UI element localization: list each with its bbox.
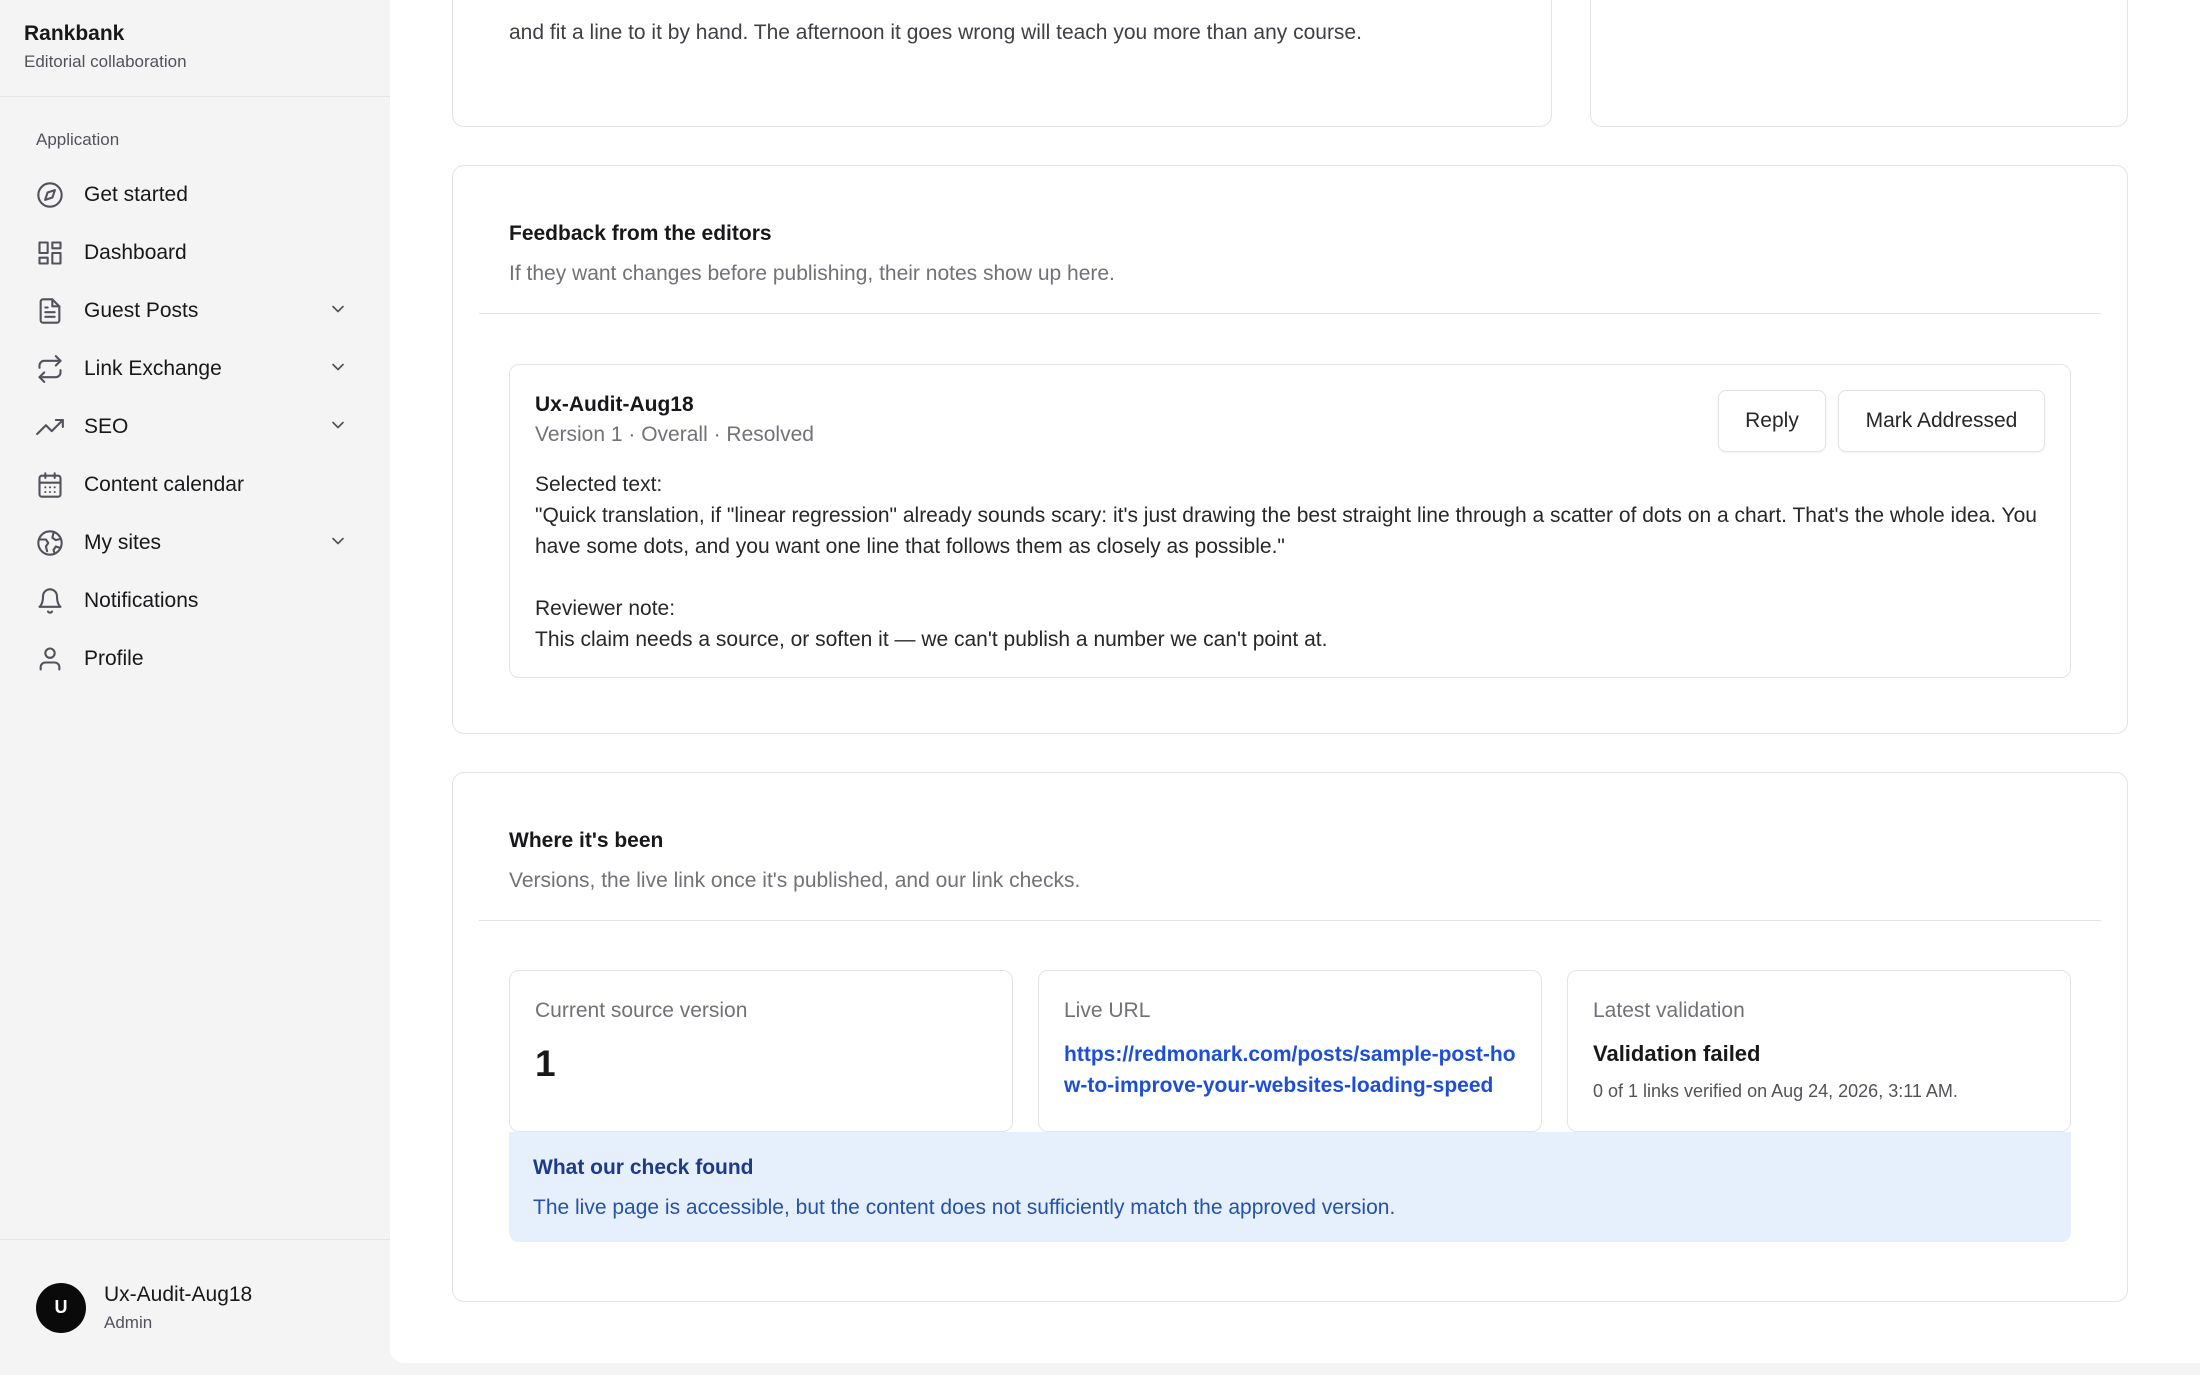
reviewer-note-label: Reviewer note: — [535, 597, 676, 620]
sidebar-item-label: Notifications — [84, 589, 199, 612]
side-card — [1590, 0, 2128, 127]
sidebar-item-label: Link Exchange — [84, 357, 222, 380]
trending-up-icon — [36, 413, 64, 441]
comment-meta: Version 1 · Overall · Resolved — [535, 423, 814, 446]
sidebar-item-label: Content calendar — [84, 473, 244, 496]
user-role: Admin — [104, 1312, 153, 1332]
repeat-icon — [36, 355, 64, 383]
sidebar-item-guest-posts[interactable]: Guest Posts — [24, 282, 360, 340]
selected-text: "Quick translation, if "linear regressio… — [535, 504, 2037, 558]
stat-label: Current source version — [535, 999, 748, 1022]
reply-button[interactable]: Reply — [1718, 390, 1826, 452]
sidebar-item-dashboard[interactable]: Dashboard — [24, 224, 360, 282]
sidebar-item-label: Guest Posts — [84, 299, 199, 322]
validation-detail: 0 of 1 links verified on Aug 24, 2026, 3… — [1593, 1081, 1958, 1101]
sidebar-item-label: My sites — [84, 531, 162, 554]
history-title: Where it's been — [509, 829, 664, 852]
validation-stat: Latest validation Validation failed 0 of… — [1567, 970, 2071, 1132]
bell-icon — [36, 587, 64, 615]
feedback-subtitle: If they want changes before publishing, … — [509, 262, 1115, 285]
sidebar-item-profile[interactable]: Profile — [24, 630, 360, 688]
user-info: Ux-Audit-Aug18 Admin — [104, 1283, 252, 1333]
sidebar-item-label: Profile — [84, 647, 144, 670]
feedback-comment: Ux-Audit-Aug18 Version 1 · Overall · Res… — [509, 364, 2071, 678]
brand: Rankbank Editorial collaboration — [0, 0, 390, 97]
history-subtitle: Versions, the live link once it's publis… — [509, 869, 1081, 892]
calendar-icon — [36, 471, 64, 499]
sidebar-item-link-exchange[interactable]: Link Exchange — [24, 340, 360, 398]
sidebar-item-my-sites[interactable]: My sites — [24, 514, 360, 572]
live-url-stat: Live URL https://redmonark.com/posts/sam… — [1038, 970, 1542, 1132]
sidebar: Rankbank Editorial collaboration Applica… — [0, 0, 390, 1375]
brand-name: Rankbank — [24, 22, 125, 45]
avatar: U — [36, 1282, 86, 1333]
divider — [479, 920, 2101, 921]
feedback-title: Feedback from the editors — [509, 222, 772, 245]
brand-subtitle: Editorial collaboration — [24, 52, 187, 71]
alert-text: The live page is accessible, but the con… — [533, 1196, 1396, 1219]
nav-section-label: Application — [36, 130, 120, 149]
history-card: Where it's been Versions, the live link … — [452, 772, 2128, 1302]
selected-text-label: Selected text: — [535, 473, 663, 496]
validation-status: Validation failed — [1593, 1041, 1761, 1066]
sidebar-item-notifications[interactable]: Notifications — [24, 572, 360, 630]
comment-author: Ux-Audit-Aug18 — [535, 393, 694, 416]
sidebar-item-label: SEO — [84, 415, 129, 438]
alert-title: What our check found — [533, 1156, 754, 1179]
user-name: Ux-Audit-Aug18 — [104, 1282, 253, 1306]
document-icon — [36, 297, 64, 325]
article-text: and fit a line to it by hand. The aftern… — [509, 21, 1362, 44]
chevron-down-icon[interactable] — [328, 299, 348, 324]
chevron-down-icon[interactable] — [328, 531, 348, 556]
sidebar-item-content-calendar[interactable]: Content calendar — [24, 456, 360, 514]
grid-icon — [36, 239, 64, 267]
chevron-down-icon[interactable] — [328, 357, 348, 382]
comment-body: Selected text: "Quick translation, if "l… — [535, 469, 2045, 655]
live-url-link[interactable]: https://redmonark.com/posts/sample-post-… — [1064, 1039, 1524, 1101]
sidebar-item-label: Dashboard — [84, 241, 187, 264]
globe-icon — [36, 529, 64, 557]
reviewer-note: This claim needs a source, or soften it … — [535, 628, 1328, 651]
stat-label: Live URL — [1064, 999, 1151, 1022]
source-version-value: 1 — [535, 1043, 556, 1084]
mark-addressed-button[interactable]: Mark Addressed — [1838, 390, 2045, 452]
article-card: and fit a line to it by hand. The aftern… — [452, 0, 1552, 127]
user-menu[interactable]: U Ux-Audit-Aug18 Admin — [0, 1239, 390, 1375]
divider — [479, 313, 2101, 314]
stat-label: Latest validation — [1593, 999, 1745, 1022]
feedback-card: Feedback from the editors If they want c… — [452, 165, 2128, 734]
sidebar-item-seo[interactable]: SEO — [24, 398, 360, 456]
main-content: and fit a line to it by hand. The aftern… — [390, 0, 2200, 1363]
sidebar-item-label: Get started — [84, 183, 188, 206]
source-version-stat: Current source version 1 — [509, 970, 1013, 1132]
chevron-down-icon[interactable] — [328, 415, 348, 440]
user-icon — [36, 645, 64, 673]
sidebar-nav: Get started Dashboard Guest Posts Link E… — [24, 166, 360, 688]
sidebar-item-get-started[interactable]: Get started — [24, 166, 360, 224]
compass-icon — [36, 181, 64, 209]
check-result-alert: What our check found The live page is ac… — [509, 1132, 2071, 1242]
